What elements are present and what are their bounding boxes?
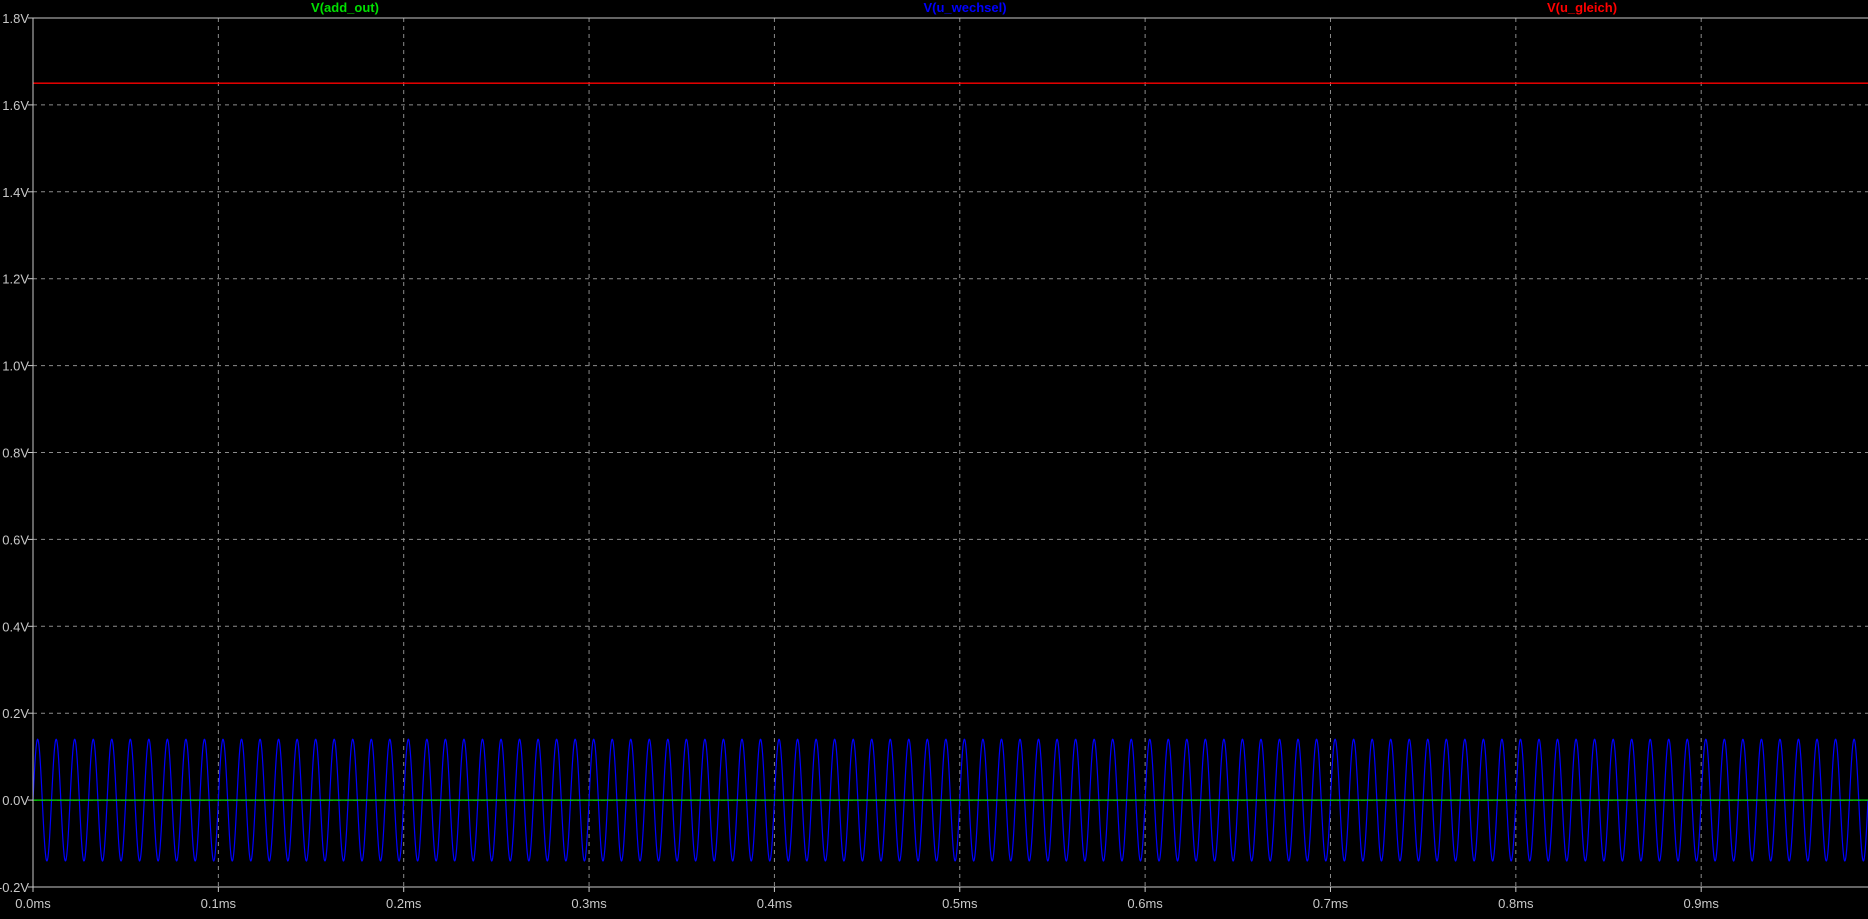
y-tick-label: 1.4V: [2, 185, 29, 200]
trace-name-label[interactable]: V(add_out): [311, 0, 379, 15]
x-tick-label: 0.3ms: [571, 896, 607, 911]
x-tick-label: 0.1ms: [201, 896, 237, 911]
waveform-plot-window: -0.2V 0.0V 0.2V 0.4V 0.6V 0.8V 1.0V 1.2V 1.4V 1.6…: [0, 0, 1868, 919]
y-tick-label: 0.4V: [2, 619, 29, 634]
x-tick-label: 0.2ms: [386, 896, 422, 911]
y-tick-label: 1.2V: [2, 272, 29, 287]
trace-name-label[interactable]: V(u_gleich): [1547, 0, 1617, 15]
x-tick-label: 0.9ms: [1683, 896, 1719, 911]
y-tick-label: 0.8V: [2, 446, 29, 461]
x-tick-label: 0.5ms: [942, 896, 978, 911]
x-tick-label: 0.6ms: [1127, 896, 1163, 911]
x-tick-label: 0.7ms: [1313, 896, 1349, 911]
x-tick-label: 0.8ms: [1498, 896, 1534, 911]
y-tick-label: -0.2V: [0, 880, 29, 895]
y-tick-label: 0.2V: [2, 706, 29, 721]
x-tick-label: 0.0ms: [15, 896, 51, 911]
y-tick-label: 1.8V: [2, 11, 29, 26]
y-tick-label: 0.0V: [2, 793, 29, 808]
trace-name-label[interactable]: V(u_wechsel): [923, 0, 1006, 15]
y-tick-label: 1.0V: [2, 359, 29, 374]
y-tick-label: 0.6V: [2, 532, 29, 547]
plot-background: [0, 0, 1868, 919]
y-tick-label: 1.6V: [2, 98, 29, 113]
x-tick-label: 0.4ms: [757, 896, 793, 911]
waveform-chart: -0.2V 0.0V 0.2V 0.4V 0.6V 0.8V 1.0V 1.2V 1.4V 1.6…: [0, 0, 1868, 919]
